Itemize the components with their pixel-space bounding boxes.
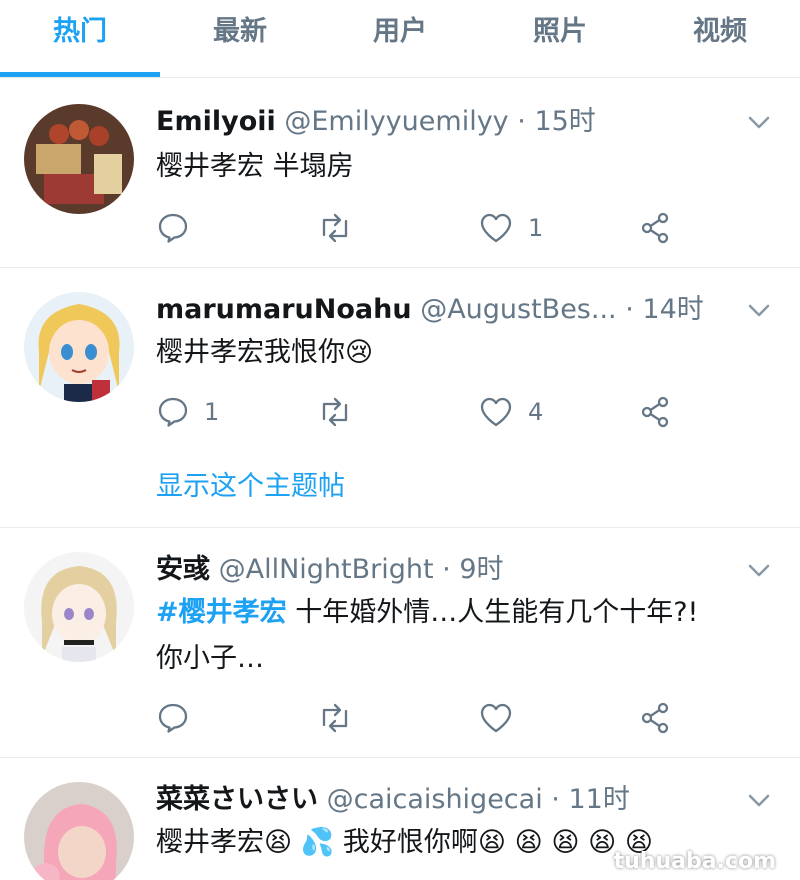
reply-icon <box>156 211 190 245</box>
tweet-time: 15时 <box>534 106 596 137</box>
show-thread-link[interactable]: 显示这个主题帖 <box>156 464 345 503</box>
separator-dot: · <box>442 554 451 585</box>
tweet-text: #樱井孝宏 十年婚外情…人生能有几个十年?! 你小子… <box>156 590 776 682</box>
retweet-button[interactable] <box>316 696 368 740</box>
active-tab-indicator <box>0 72 160 77</box>
tweet-time: 14时 <box>642 294 704 325</box>
reply-button[interactable] <box>156 206 204 250</box>
reply-button[interactable] <box>156 696 204 740</box>
tweet-header: Emilyoii @Emilyyuemilyy · 15时 <box>156 102 740 142</box>
heart-icon <box>478 701 514 735</box>
hashtag-link[interactable]: #樱井孝宏 <box>156 597 287 628</box>
like-button[interactable]: 1 <box>478 206 543 250</box>
retweet-icon <box>316 211 354 245</box>
tweet-actions: 1 4 <box>156 390 676 434</box>
retweet-icon <box>316 395 354 429</box>
like-count: 4 <box>528 398 544 426</box>
tab-bar: 热门 最新 用户 照片 视频 <box>0 0 800 78</box>
separator-dot: · <box>551 784 560 815</box>
tweet-text: 樱井孝宏我恨你😢 <box>156 337 374 368</box>
share-button[interactable] <box>638 390 672 434</box>
separator-dot: · <box>517 106 526 137</box>
reply-icon <box>156 395 190 429</box>
chevron-down-icon[interactable] <box>744 296 774 326</box>
reply-count: 1 <box>204 398 220 426</box>
avatar[interactable] <box>24 552 134 662</box>
like-button[interactable]: 4 <box>478 390 543 434</box>
tweet-text-line: 十年婚外情…人生能有几个十年?! <box>286 597 699 628</box>
like-count: 1 <box>528 214 544 242</box>
heart-icon <box>478 395 514 429</box>
tweet[interactable]: marumaruNoahu @AugustBes... · 14时 樱井孝宏我恨… <box>0 268 800 528</box>
user-name[interactable]: marumaruNoahu <box>156 294 412 325</box>
tweet[interactable]: 安彧 @AllNightBright · 9时 #樱井孝宏 十年婚外情…人生能有… <box>0 528 800 758</box>
tweet[interactable]: Emilyoii @Emilyyuemilyy · 15时 樱井孝宏 半塌房 1 <box>0 80 800 268</box>
tab-hot[interactable]: 热门 <box>0 0 160 78</box>
tweet-header: marumaruNoahu @AugustBes... · 14时 <box>156 290 740 330</box>
chevron-down-icon[interactable] <box>744 108 774 138</box>
tab-videos[interactable]: 视频 <box>640 0 800 78</box>
tweet-time: 11时 <box>568 784 630 815</box>
user-name[interactable]: Emilyoii <box>156 106 276 137</box>
separator-dot: · <box>625 294 634 325</box>
tweet-time: 9时 <box>459 554 504 585</box>
chevron-down-icon[interactable] <box>744 556 774 586</box>
retweet-button[interactable] <box>316 390 368 434</box>
share-button[interactable] <box>638 206 672 250</box>
tab-photos[interactable]: 照片 <box>480 0 640 78</box>
tab-latest[interactable]: 最新 <box>160 0 320 78</box>
reply-button[interactable]: 1 <box>156 390 219 434</box>
tweet-header: 菜菜さいさい @caicaishigecai · 11时 <box>156 780 740 820</box>
user-handle[interactable]: @caicaishigecai <box>327 784 543 815</box>
retweet-button[interactable] <box>316 206 368 250</box>
tweet-header: 安彧 @AllNightBright · 9时 <box>156 550 740 590</box>
share-button[interactable] <box>638 696 672 740</box>
user-handle[interactable]: @AllNightBright <box>219 554 434 585</box>
heart-icon <box>478 211 514 245</box>
share-icon <box>638 211 672 245</box>
user-name[interactable]: 菜菜さいさい <box>156 784 318 815</box>
like-button[interactable] <box>478 696 528 740</box>
retweet-icon <box>316 701 354 735</box>
avatar[interactable] <box>24 782 134 880</box>
share-icon <box>638 701 672 735</box>
user-handle[interactable]: @AugustBes... <box>420 294 616 325</box>
tab-users[interactable]: 用户 <box>320 0 480 78</box>
tweet-text: 樱井孝宏 半塌房 <box>156 151 354 182</box>
user-handle[interactable]: @Emilyyuemilyy <box>284 106 508 137</box>
chevron-down-icon[interactable] <box>744 786 774 816</box>
watermark: tuhuaba.com <box>613 849 776 874</box>
user-name[interactable]: 安彧 <box>156 554 210 585</box>
tweet-actions: 1 <box>156 206 676 250</box>
reply-icon <box>156 701 190 735</box>
share-icon <box>638 395 672 429</box>
tweet-actions <box>156 696 676 740</box>
avatar[interactable] <box>24 104 134 214</box>
tweet-text-line: 你小子… <box>156 643 264 674</box>
avatar[interactable] <box>24 292 134 402</box>
